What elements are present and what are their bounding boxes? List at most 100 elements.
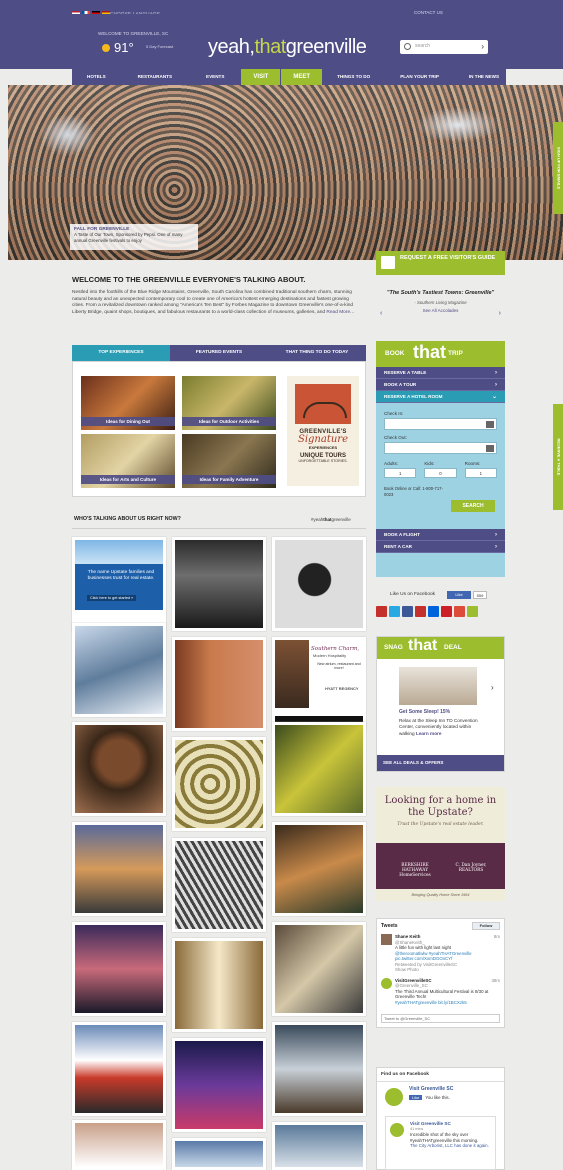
sig-line: Signature	[297, 434, 348, 445]
photo-tile[interactable]	[72, 1120, 166, 1170]
search-arrow-icon[interactable]: ›	[481, 42, 484, 51]
nav-visit[interactable]: VISIT	[241, 69, 281, 85]
avatar[interactable]	[381, 934, 392, 945]
photo-tile[interactable]	[272, 1122, 366, 1170]
hotel-search-button[interactable]: SEARCH	[451, 500, 495, 512]
photo-tile[interactable]	[272, 537, 366, 631]
see-all-accolades-link[interactable]: See All Accolades	[376, 308, 505, 313]
sun-icon	[102, 44, 110, 52]
calendar-icon[interactable]	[486, 445, 494, 452]
realty-ad[interactable]: Looking for a home in the Upstate? Trust…	[376, 787, 505, 901]
photo-tile[interactable]	[172, 537, 266, 631]
book-tour-row[interactable]: BOOK A TOUR ›	[376, 379, 505, 391]
outdoor-tile[interactable]: Ideas for Outdoor Activities	[182, 376, 276, 430]
facebook-post[interactable]: Visit Greenville SC 41 mins Incredible s…	[385, 1116, 496, 1170]
arts-tile[interactable]: Ideas for Arts and Culture	[81, 434, 175, 488]
avatar[interactable]	[381, 977, 392, 989]
photo-tile[interactable]	[172, 637, 266, 731]
facebook-page-name[interactable]: Visit Greenville SC	[409, 1086, 500, 1092]
nav-in-the-news[interactable]: IN THE NEWS	[454, 69, 514, 85]
tweet-author[interactable]: VisitGreenvilleSC	[395, 978, 432, 983]
tab-featured-events[interactable]: FEATURED EVENTS	[170, 345, 268, 361]
deal-title[interactable]: Get Some Sleep! 15%	[399, 709, 450, 715]
read-more-link[interactable]: Read More...	[326, 310, 354, 315]
search-box[interactable]: search ›	[400, 40, 488, 54]
pinterest-icon[interactable]	[441, 606, 452, 617]
photo-tile[interactable]	[272, 822, 366, 916]
photo-tile[interactable]	[172, 1038, 266, 1132]
photo-tile[interactable]	[72, 623, 166, 717]
rent-car-row[interactable]: RENT A CAR ›	[376, 541, 505, 553]
like-button[interactable]: Like	[409, 1095, 423, 1100]
nav-events[interactable]: EVENTS	[189, 69, 241, 85]
nav-meet[interactable]: MEET	[281, 69, 323, 85]
blog-icon[interactable]	[467, 606, 478, 617]
facebook-like-button[interactable]: Like	[447, 591, 471, 599]
photo-tile[interactable]	[172, 938, 266, 1032]
photo-tile[interactable]	[172, 838, 266, 932]
nav-plan-your-trip[interactable]: PLAN YOUR TRIP	[385, 69, 454, 85]
photo-tile[interactable]	[72, 1022, 166, 1116]
visitor-guide-button[interactable]: REQUEST A FREE VISITOR'S GUIDE	[376, 251, 505, 275]
signature-experiences-ad[interactable]: GREENVILLE'S Signature EXPERIENCES UNIQU…	[287, 376, 359, 486]
chevron-right-icon: ›	[495, 544, 497, 550]
tweet-link[interactable]: @theroomatlwlw #yeahTHATGreenville pic.t…	[395, 951, 500, 962]
photo-tile[interactable]	[172, 1138, 266, 1170]
family-tile[interactable]: Ideas for Family Adventure	[182, 434, 276, 488]
calendar-icon[interactable]	[486, 421, 494, 428]
book-flight-row[interactable]: BOOK A FLIGHT ›	[376, 529, 505, 541]
check-in-field[interactable]	[384, 418, 497, 430]
email-signup-tab[interactable]: SIGN UP FOR EMAILS	[553, 122, 563, 214]
youtube-icon[interactable]	[415, 606, 426, 617]
facebook-icon[interactable]	[402, 606, 413, 617]
show-photo-link[interactable]: Show Photo	[395, 967, 500, 973]
tweet-author[interactable]: Shane Keith	[395, 934, 420, 939]
search-input[interactable]: search	[415, 43, 430, 49]
avatar[interactable]	[385, 1088, 403, 1106]
reserve-hotel-row[interactable]: RESERVE A HOTEL ROOM ⌄	[376, 391, 505, 403]
learn-more-link[interactable]: Learn more	[416, 731, 442, 736]
prev-arrow-icon[interactable]: ‹	[380, 310, 382, 317]
photo-tile[interactable]	[172, 737, 266, 831]
hotel-ad-tile[interactable]: Southern Charm, Modern Hospitality New a…	[272, 637, 366, 731]
avatar[interactable]	[390, 1123, 404, 1137]
forecast-link[interactable]: 5 Day Forecast	[146, 44, 176, 49]
adults-select[interactable]: 1	[384, 468, 417, 478]
see-all-deals-button[interactable]: SEE ALL DEALS & OFFERS	[377, 755, 504, 771]
nav-hotels[interactable]: HOTELS	[72, 69, 121, 85]
reserve-table-tab[interactable]: RESERVE A TABLE	[553, 404, 563, 510]
nav-restaurants[interactable]: RESTAURANTS	[121, 69, 189, 85]
accolade-quote: "The South's Tastiest Towns: Greenville"	[386, 290, 495, 296]
photo-tile[interactable]	[272, 922, 366, 1016]
tweet-input[interactable]: Tweet to @Greenville_SC	[381, 1014, 500, 1023]
twitter-icon[interactable]	[389, 606, 400, 617]
ad-cta[interactable]: Click here to get started »	[87, 595, 137, 601]
nav-things-to-do[interactable]: THINGS TO DO	[322, 69, 385, 85]
follow-button[interactable]: Follow	[472, 922, 500, 930]
reserve-table-row[interactable]: RESERVE A TABLE ›	[376, 367, 505, 379]
next-arrow-icon[interactable]: ›	[499, 310, 501, 317]
photo-tile[interactable]	[72, 722, 166, 816]
rooms-select[interactable]: 1	[464, 468, 497, 478]
tweet[interactable]: Shane Keith 8m @ShaneKeith_ A little fun…	[381, 934, 500, 973]
hashtag[interactable]: #yeahthatgreenville	[311, 517, 351, 522]
tab-top-experiences[interactable]: TOP EXPERIENCES	[72, 345, 170, 361]
flickr-icon[interactable]	[428, 606, 439, 617]
photo-tile[interactable]	[272, 722, 366, 816]
post-link[interactable]: The City Arborist, LLC has done it again…	[410, 1143, 491, 1149]
dining-tile[interactable]: Ideas for Dining Out	[81, 376, 175, 430]
deal-image[interactable]	[399, 667, 477, 705]
tweet[interactable]: VisitGreenvilleSC 38m @Greenville_SC The…	[381, 977, 500, 1006]
real-estate-ad-tile[interactable]: The name Upstate families and businesses…	[72, 537, 166, 631]
site-logo[interactable]: yeah,thatgreenville	[208, 36, 367, 59]
tweet-link[interactable]: #yeahTHATgreenville bit.ly/1BCXzk5	[395, 1000, 500, 1006]
photo-tile[interactable]	[72, 822, 166, 916]
next-deal-arrow-icon[interactable]: ›	[491, 683, 494, 692]
instagram-icon[interactable]	[376, 606, 387, 617]
photo-tile[interactable]	[72, 922, 166, 1016]
kids-select[interactable]: 0	[424, 468, 457, 478]
tab-that-thing-today[interactable]: THAT THING TO DO TODAY	[268, 345, 366, 361]
google-plus-icon[interactable]	[454, 606, 465, 617]
check-out-field[interactable]	[384, 442, 497, 454]
photo-tile[interactable]	[272, 1022, 366, 1116]
